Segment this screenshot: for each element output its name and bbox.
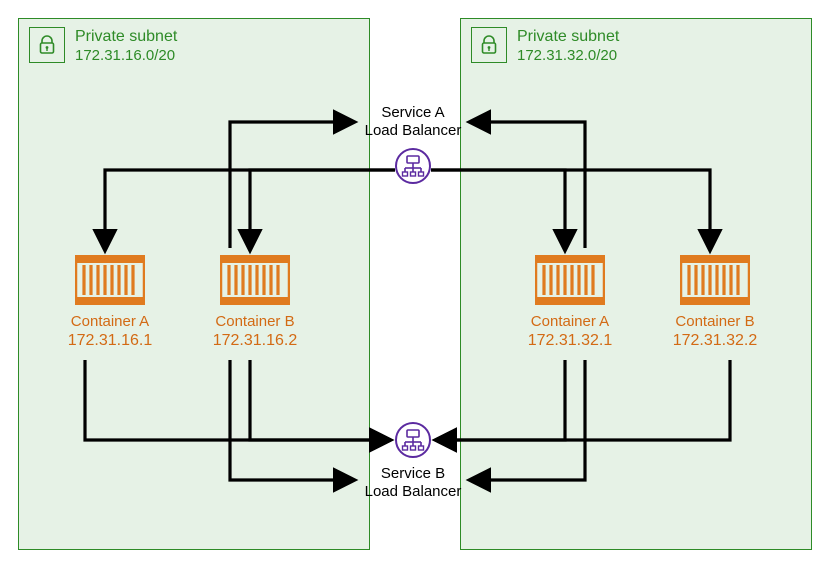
container-icon bbox=[220, 255, 290, 305]
container-name: Container B bbox=[200, 313, 310, 330]
container-name: Container A bbox=[55, 313, 165, 330]
lb-sub: Load Balancer bbox=[365, 483, 462, 500]
container-b-left: Container B 172.31.16.2 bbox=[200, 255, 310, 350]
container-icon bbox=[535, 255, 605, 305]
container-name: Container B bbox=[660, 313, 770, 330]
lb-name: Service B bbox=[381, 465, 445, 482]
lb-sub: Load Balancer bbox=[365, 122, 462, 139]
container-a-left: Container A 172.31.16.1 bbox=[55, 255, 165, 350]
subnet-header: Private subnet 172.31.16.0/20 bbox=[29, 27, 177, 66]
lb-b-label: Service B Load Balancer bbox=[358, 465, 468, 501]
lb-name: Service A bbox=[381, 104, 444, 121]
lock-icon bbox=[29, 27, 65, 63]
lock-icon bbox=[471, 27, 507, 63]
container-ip: 172.31.32.2 bbox=[660, 332, 770, 350]
subnet-title: Private subnet bbox=[517, 27, 619, 47]
container-ip: 172.31.32.1 bbox=[515, 332, 625, 350]
subnet-cidr: 172.31.32.0/20 bbox=[517, 47, 619, 66]
container-ip: 172.31.16.2 bbox=[200, 332, 310, 350]
container-name: Container A bbox=[515, 313, 625, 330]
container-b-right: Container B 172.31.32.2 bbox=[660, 255, 770, 350]
load-balancer-icon bbox=[395, 422, 431, 458]
container-ip: 172.31.16.1 bbox=[55, 332, 165, 350]
container-icon bbox=[680, 255, 750, 305]
subnet-header: Private subnet 172.31.32.0/20 bbox=[471, 27, 619, 66]
load-balancer-icon bbox=[395, 148, 431, 184]
container-a-right: Container A 172.31.32.1 bbox=[515, 255, 625, 350]
container-icon bbox=[75, 255, 145, 305]
subnet-title: Private subnet bbox=[75, 27, 177, 47]
lb-a-label: Service A Load Balancer bbox=[358, 104, 468, 140]
subnet-cidr: 172.31.16.0/20 bbox=[75, 47, 177, 66]
